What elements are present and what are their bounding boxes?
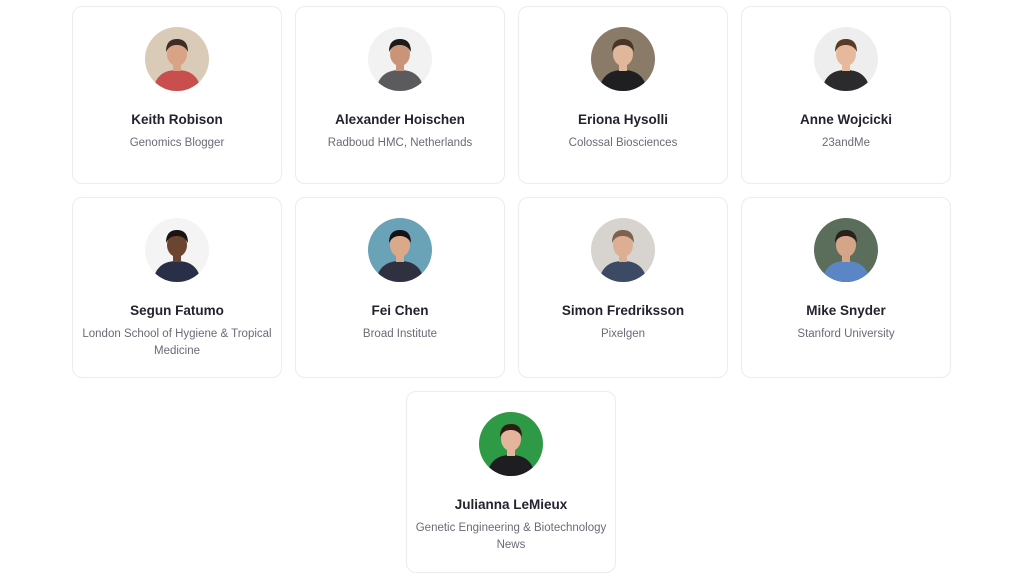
avatar xyxy=(368,218,432,282)
speaker-name: Keith Robison xyxy=(131,112,223,127)
speaker-card-fei-chen[interactable]: Fei Chen Broad Institute xyxy=(295,197,505,378)
speaker-name: Eriona Hysolli xyxy=(577,112,669,127)
avatar xyxy=(591,218,655,282)
speaker-name: Fei Chen xyxy=(371,303,429,318)
avatar xyxy=(591,27,655,91)
speaker-affiliation: Genomics Blogger xyxy=(129,137,225,149)
speaker-affiliation: Genetic Engineering & Biotechnology News xyxy=(415,522,607,551)
speaker-name: Mike Snyder xyxy=(806,303,886,318)
avatar xyxy=(814,218,878,282)
speaker-card-mike-snyder[interactable]: Mike Snyder Stanford University xyxy=(741,197,951,378)
avatar xyxy=(814,27,878,91)
speaker-card-eriona-hysolli[interactable]: Eriona Hysolli Colossal Biosciences xyxy=(518,6,728,184)
speaker-name: Segun Fatumo xyxy=(130,303,224,318)
avatar xyxy=(145,218,209,282)
speaker-card-alexander-hoischen[interactable]: Alexander Hoischen Radboud HMC, Netherla… xyxy=(295,6,505,184)
speaker-card-julianna-lemieux[interactable]: Julianna LeMieux Genetic Engineering & B… xyxy=(406,391,616,573)
speakers-grid: Keith Robison Genomics Blogger Alexander… xyxy=(0,0,1024,576)
speaker-affiliation: Broad Institute xyxy=(362,328,438,340)
speaker-affiliation: Radboud HMC, Netherlands xyxy=(327,137,473,149)
speaker-card-segun-fatumo[interactable]: Segun Fatumo London School of Hygiene & … xyxy=(72,197,282,378)
speaker-affiliation: London School of Hygiene & Tropical Medi… xyxy=(82,328,272,357)
avatar xyxy=(479,412,543,476)
speaker-card-simon-fredriksson[interactable]: Simon Fredriksson Pixelgen xyxy=(518,197,728,378)
speaker-name: Julianna LeMieux xyxy=(454,497,568,512)
avatar xyxy=(145,27,209,91)
speaker-name: Alexander Hoischen xyxy=(335,112,465,127)
speaker-affiliation: Stanford University xyxy=(797,328,895,340)
speaker-name: Simon Fredriksson xyxy=(561,303,685,318)
speaker-affiliation: Colossal Biosciences xyxy=(568,137,678,149)
speaker-name: Anne Wojcicki xyxy=(799,112,893,127)
speaker-affiliation: Pixelgen xyxy=(600,328,646,340)
avatar xyxy=(368,27,432,91)
speaker-card-keith-robison[interactable]: Keith Robison Genomics Blogger xyxy=(72,6,282,184)
speaker-affiliation: 23andMe xyxy=(822,137,870,149)
speaker-card-anne-wojcicki[interactable]: Anne Wojcicki 23andMe xyxy=(741,6,951,184)
